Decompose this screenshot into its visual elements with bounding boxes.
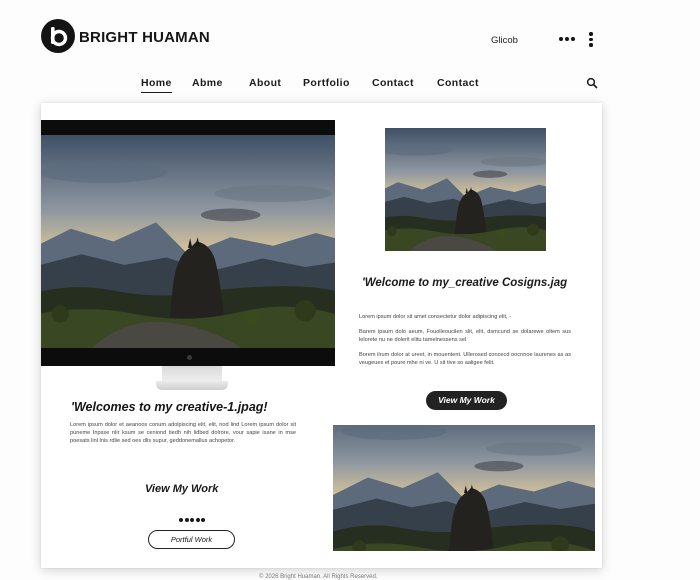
nav-contact-2[interactable]: Contact [437, 77, 479, 89]
nav-home[interactable]: Home [141, 77, 172, 93]
right-heading: 'Welcome to my_creative Cosigns.jag [362, 277, 568, 289]
more-horizontal-icon[interactable] [558, 32, 576, 44]
search-icon[interactable] [585, 76, 599, 90]
logo-mark-icon[interactable] [41, 19, 75, 53]
brand-name[interactable]: BRIGHT HUAMAN [79, 29, 210, 46]
footer-copyright: © 2026 Bright Huaman. All Rights Reserve… [259, 574, 378, 580]
nav-abme[interactable]: Abme [192, 77, 223, 89]
monitor-screen-photo [41, 135, 335, 348]
portfolio-work-button[interactable]: Portful Work [148, 530, 235, 549]
more-vertical-icon[interactable] [586, 31, 596, 47]
monitor-stand-base [156, 381, 228, 390]
featured-photo[interactable] [385, 128, 546, 251]
nav-contact[interactable]: Contact [372, 77, 414, 89]
right-paragraph-1: Lorem ipsum dolor sit amet consectetur d… [359, 314, 512, 320]
nav-about[interactable]: About [249, 77, 281, 89]
left-heading: 'Welcomes to my creative-1.jpag! [71, 400, 268, 414]
monitor-stand [162, 366, 222, 382]
gallery-photo[interactable] [333, 425, 595, 551]
view-my-work-link[interactable]: View My Work [145, 483, 218, 495]
left-paragraph: Lorem ipsum dolor et aeanoos conum adolp… [70, 422, 296, 444]
carousel-dots[interactable] [179, 509, 207, 522]
monitor-camera-icon [187, 355, 192, 360]
view-my-work-button[interactable]: View My Work [426, 391, 507, 410]
monitor-mockup [41, 120, 335, 366]
glob-link[interactable]: Glicob [491, 35, 518, 46]
right-paragraph-3: Borem ilrum dolor at ureet, in mouentent… [359, 352, 571, 366]
nav-portfolio[interactable]: Portfolio [303, 77, 350, 89]
right-paragraph-2: Barem ipsum dolo aeum, Fouolleoucilen sl… [359, 329, 571, 343]
